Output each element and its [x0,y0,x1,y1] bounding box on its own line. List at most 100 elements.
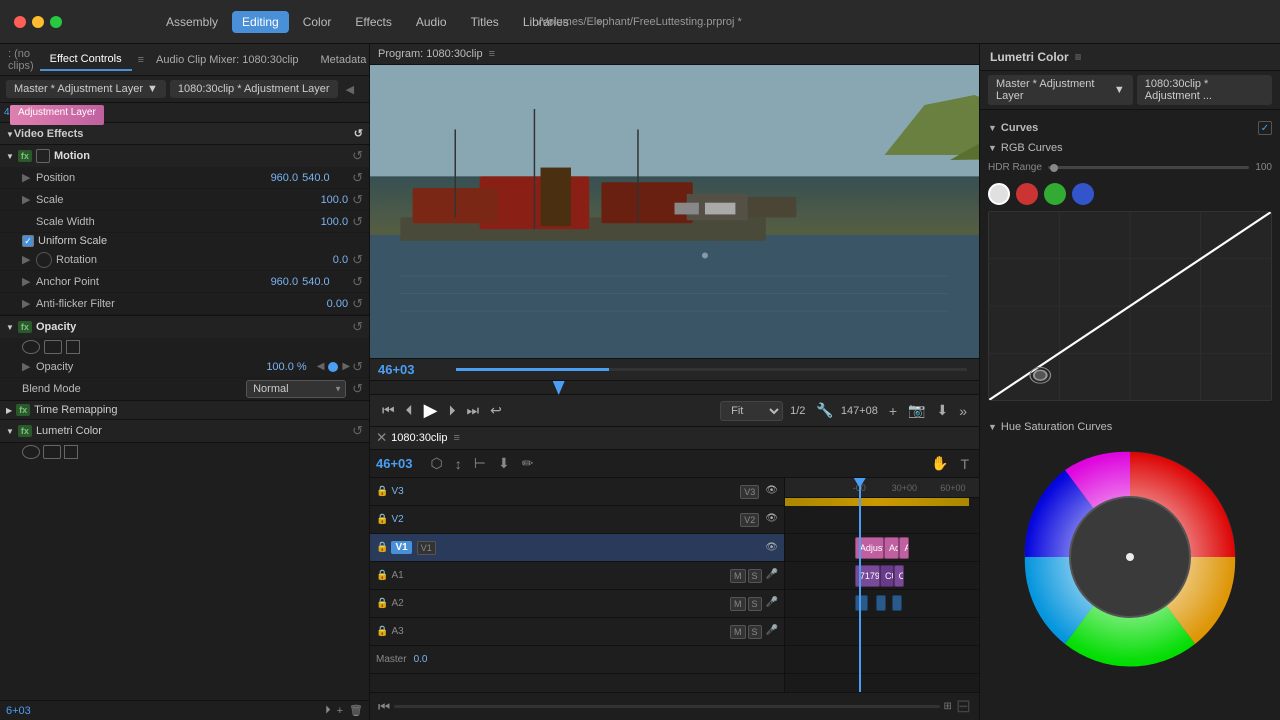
scale-reset[interactable]: ↺ [352,192,363,208]
opacity-val-reset[interactable]: ↺ [352,359,363,375]
ap-expand[interactable]: ▶ [22,275,36,288]
menu-titles[interactable]: Titles [461,11,509,33]
adjustment-layer-clip[interactable]: Adjustment Layer [10,105,104,125]
master-selector[interactable]: Master * Adjustment Layer ▼ [6,80,166,98]
blend-mode-select[interactable]: Normal Multiply Screen [246,380,346,398]
opacity-reset-button[interactable]: ↺ [352,319,363,335]
motion-effect-header[interactable]: fx Motion ↺ [0,145,369,167]
mic-a1-icon[interactable]: 🎤 [766,569,778,583]
channel-btn-white[interactable] [988,183,1010,205]
tool-trim[interactable]: ⊢ [470,453,490,474]
menu-audio[interactable]: Audio [406,11,457,33]
opacity-rect-icon[interactable] [44,340,62,354]
tool-clip-speed[interactable]: ⬇ [494,453,514,474]
v1-active-badge[interactable]: V1 [391,541,411,554]
a1-m-btn[interactable]: M [730,569,746,583]
a3-m-btn[interactable]: M [730,625,746,639]
audio-clip-1[interactable] [855,595,869,611]
motion-reset-button[interactable]: ↺ [352,148,363,164]
adjustment-clip-2[interactable]: Adjust [884,537,900,559]
video-clip-3[interactable]: C0 [894,565,904,587]
program-monitor-menu-icon[interactable]: ≡ [489,48,495,60]
fit-select[interactable]: Fit25%50%75%100% [720,401,783,421]
traffic-light-yellow[interactable] [32,16,44,28]
a2-m-btn[interactable]: M [730,597,746,611]
blend-reset[interactable]: ↺ [352,381,363,397]
navigate-prev-button[interactable]: ◀ [342,81,358,98]
work-area-bar[interactable] [785,498,969,506]
opacity-pen-icon[interactable] [66,340,80,354]
a2-s-btn[interactable]: S [748,597,762,611]
lumetri-reset[interactable]: ↺ [352,423,363,439]
v3-track-type[interactable]: V3 [740,485,759,499]
lumetri-ellipse-icon[interactable] [22,445,40,459]
more-button[interactable]: » [955,400,971,421]
opacity-next-keyframe[interactable]: ▶ [340,361,352,372]
add-effect-btn[interactable]: + [337,704,343,717]
add-marker-button[interactable]: + [885,400,901,421]
timeline-menu-icon[interactable]: ≡ [453,432,459,444]
ov-expand[interactable]: ▶ [22,360,36,373]
aff-expand[interactable]: ▶ [22,297,36,310]
lumetri-clip-selector-btn[interactable]: 1080:30clip * Adjustment ... [1137,75,1272,105]
channel-btn-red[interactable] [1016,183,1038,205]
lumetri-pen-icon[interactable] [64,445,78,459]
rot-expand[interactable]: ▶ [22,253,36,266]
a1-s-btn[interactable]: S [748,569,762,583]
lock-v2-icon[interactable]: 🔒 [376,514,388,525]
tool-hand[interactable]: ✋ [927,453,952,474]
timeline-close-button[interactable]: ✕ [376,430,387,446]
tool-select[interactable]: ⬡ [427,453,447,474]
color-wheel[interactable] [1020,447,1240,667]
tool-pen[interactable]: ✏ [518,453,538,474]
frame-back-button[interactable]: ⏴ [402,400,417,421]
tool-razor[interactable]: ↕ [451,453,466,474]
opacity-ellipse-icon[interactable] [22,340,40,354]
tab-audio-clip-mixer[interactable]: Audio Clip Mixer: 1080:30clip [146,50,308,70]
eye-v2-icon[interactable]: 👁 [765,513,778,527]
opacity-keyframe-diamond[interactable] [328,362,338,372]
audio-clip-2[interactable] [876,595,886,611]
hue-sat-header[interactable]: ▼ Hue Saturation Curves [988,417,1272,437]
effect-controls-menu-icon[interactable]: ≡ [138,54,144,66]
menu-assembly[interactable]: Assembly [156,11,228,33]
video-effects-header[interactable]: Video Effects ↺ [0,123,369,145]
rotation-reset[interactable]: ↺ [352,252,363,268]
v2-track-type[interactable]: V2 [740,513,759,527]
uniform-scale-checkbox[interactable]: ✓ [22,235,34,247]
rgb-curves-header[interactable]: ▼ RGB Curves [988,138,1272,158]
sw-reset[interactable]: ↺ [352,214,363,230]
opacity-effect-header[interactable]: fx Opacity ↺ [0,316,369,338]
channel-btn-green[interactable] [1044,183,1066,205]
adjustment-clip-3[interactable]: Adj [899,537,909,559]
lumetri-color-group[interactable]: fx Lumetri Color ↺ [0,420,369,443]
lumetri-master-selector[interactable]: Master * Adjustment Layer ▼ [988,75,1133,105]
clip-selector-btn[interactable]: 1080:30clip * Adjustment Layer [170,80,338,98]
a3-s-btn[interactable]: S [748,625,762,639]
eye-v1-icon[interactable]: 👁 [765,542,778,553]
video-clip-2[interactable]: C0784 [880,565,894,587]
remove-effect-btn[interactable]: 🗑 [349,704,363,717]
audio-clip-3[interactable] [892,595,902,611]
eye-v3-icon[interactable]: 👁 [765,485,778,499]
export-button[interactable]: ⬇ [932,400,952,421]
channel-btn-blue[interactable] [1072,183,1094,205]
position-reset[interactable]: ↺ [352,170,363,186]
toggle-btn[interactable]: ⏵ [325,704,331,717]
lock-a2-icon[interactable]: 🔒 [376,598,388,609]
tab-effect-controls[interactable]: Effect Controls [40,49,132,71]
step-back-button[interactable]: ⏮ [378,400,399,421]
menu-color[interactable]: Color [293,11,342,33]
ap-reset[interactable]: ↺ [352,274,363,290]
lock-a1-icon[interactable]: 🔒 [376,570,388,581]
lock-a3-icon[interactable]: 🔒 [376,626,388,637]
menu-editing[interactable]: Editing [232,11,289,33]
lumetri-rect-icon[interactable] [43,445,61,459]
play-button[interactable]: ▶ [420,398,442,423]
video-effects-reset[interactable]: ↺ [354,127,363,140]
curves-graph[interactable] [988,211,1272,401]
loop-button[interactable]: ↩ [486,400,506,421]
preview-progress-bar[interactable] [456,368,967,371]
hdr-range-slider[interactable] [1048,166,1249,169]
time-remap-group[interactable]: fx Time Remapping [0,401,369,420]
